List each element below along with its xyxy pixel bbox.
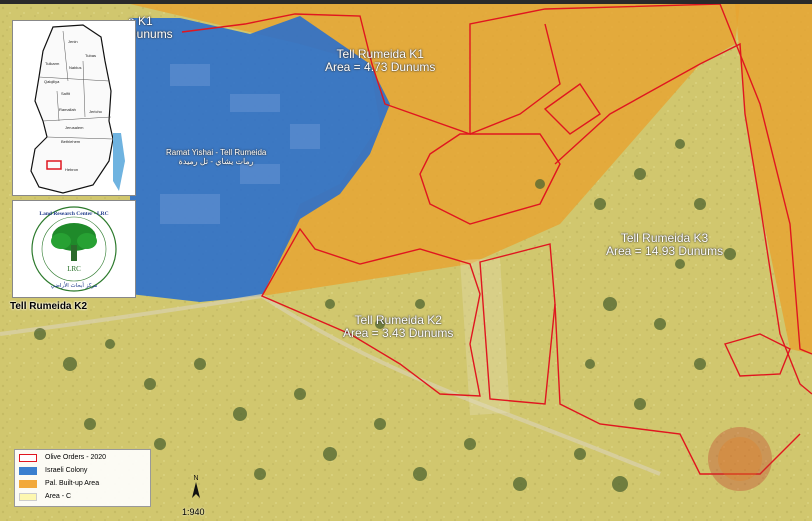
colony-label-en: Ramat Yishai - Tell Rumeida [166,148,267,157]
north-arrow-icon: N [192,475,200,498]
lrc-logo-svg: LRC Land Research Center - LRC مركز أبحا… [31,206,117,292]
legend-swatch-israeli-colony [19,466,37,475]
parcel-area-k3: Area = 14.93 Dunums [606,244,724,258]
map-scale: 1:940 [182,507,205,517]
inset-label-hebron: Hebron [65,167,78,172]
map-legend: Olive Orders - 2020 Israeli Colony Pal. … [14,449,151,507]
legend-swatch-builtup [19,479,37,488]
north-symbol: N [193,475,198,482]
inset-label-salfit: Salfit [61,91,71,96]
legend-label-builtup: Pal. Built-up Area [45,480,100,487]
legend-item-builtup: Pal. Built-up Area [19,478,146,489]
side-label-k2: Tell Rumeida K2 [10,301,88,312]
lrc-logo: LRC Land Research Center - LRC مركز أبحا… [12,200,136,298]
inset-label-bethlehem: Bethlehem [61,139,81,144]
olive-tree-icon [51,223,97,261]
dead-sea-shape [113,133,125,191]
inset-map: Jenin Tubas Nablus Tulkarm Qalqiliya Sal… [12,20,136,196]
legend-label-olive-orders: Olive Orders - 2020 [45,454,107,461]
watermark-icon [708,427,772,491]
parcel-area-k2: Area = 3.43 Dunums [343,326,454,340]
colony-label: Ramat Yishai - Tell Rumeida رمات يشاي - … [166,148,266,166]
logo-top-text: Land Research Center - LRC [39,211,108,217]
legend-label-israeli-colony: Israeli Colony [45,467,88,474]
inset-label-qalqiliya: Qalqiliya [44,79,60,84]
legend-swatch-olive-orders [19,453,37,462]
parcel-label-k2: Tell Rumeida K2 Area = 3.43 Dunums [343,314,453,340]
inset-label-nablus: Nablus [69,65,81,70]
inset-label-jenin: Jenin [68,39,78,44]
legend-item-area-c: Area - C [19,491,146,502]
map-frame[interactable]: a K1 Dunums Tell Rumeida K1 Area = 4.73 … [0,4,812,521]
parcel-label-k3: Tell Rumeida K3 Area = 14.93 Dunums [606,232,723,258]
parcel-area-k1: Area = 4.73 Dunums [325,60,436,74]
inset-label-jericho: Jericho [89,109,103,114]
inset-label-tubas: Tubas [85,53,96,58]
logo-arabic-text: مركز أبحاث الأراضي [51,281,98,289]
inset-map-svg: Jenin Tubas Nablus Tulkarm Qalqiliya Sal… [30,24,125,194]
legend-swatch-area-c [19,492,37,501]
legend-item-olive-orders: Olive Orders - 2020 [19,452,146,463]
legend-item-israeli-colony: Israeli Colony [19,465,146,476]
inset-label-tulkarm: Tulkarm [45,61,60,66]
colony-label-ar: رمات يشاي - تل رميدة [178,157,254,166]
parcel-label-k1: Tell Rumeida K1 Area = 4.73 Dunums [325,48,435,74]
inset-label-ramallah: Ramallah [59,107,76,112]
legend-label-area-c: Area - C [45,493,72,500]
inset-label-jerusalem: Jerusalem [65,125,84,130]
logo-center-text: LRC [67,265,81,273]
